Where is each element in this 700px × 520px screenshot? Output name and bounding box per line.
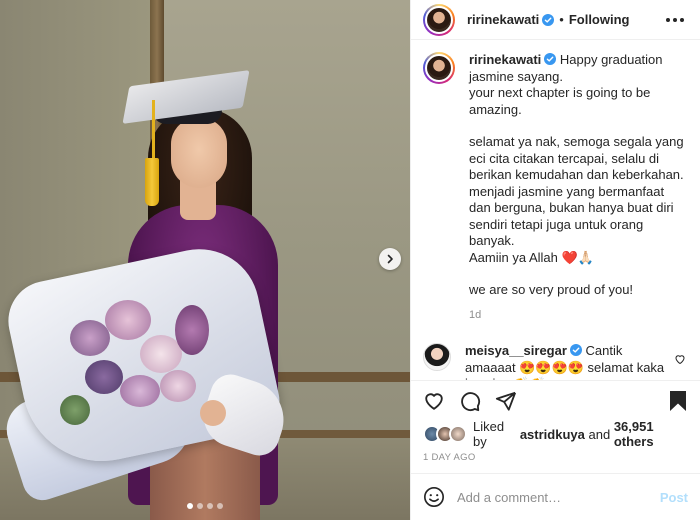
comment-text: meisya__siregar Cantik amaaaat 😍😍😍😍 sela…: [465, 343, 665, 380]
post-date[interactable]: 1 DAY AGO: [411, 448, 700, 473]
instagram-post: ririnekawati • Following ririnekawati Ha…: [0, 0, 700, 520]
liker-username[interactable]: astridkuya: [520, 427, 585, 442]
chevron-right-icon: [387, 254, 393, 264]
flower: [160, 370, 196, 402]
add-comment-bar: Post: [411, 473, 700, 520]
action-bar: [411, 380, 700, 420]
likes-others-count[interactable]: 36,951 others: [614, 419, 688, 449]
carousel-dot: [217, 503, 223, 509]
post-photo[interactable]: [0, 0, 410, 520]
flower: [175, 305, 209, 355]
header-separator: •: [559, 12, 564, 27]
comment-bubble-icon: [461, 391, 481, 411]
author-avatar[interactable]: [423, 3, 455, 36]
heart-outline-icon: [425, 392, 443, 410]
liker-avatar: [449, 425, 467, 443]
caption-line: we are so very proud of you!: [469, 282, 634, 297]
comment-item: meisya__siregar Cantik amaaaat 😍😍😍😍 sela…: [423, 343, 686, 380]
gold-tassel: [145, 158, 159, 206]
verified-badge-icon: [544, 53, 557, 65]
commenter-username[interactable]: meisya__siregar: [465, 343, 567, 358]
flower: [120, 375, 160, 407]
save-button[interactable]: [668, 390, 688, 412]
post-side-panel: ririnekawati • Following ririnekawati Ha…: [410, 0, 700, 520]
likes-middle: and: [588, 426, 611, 442]
comment-like-icon[interactable]: [674, 353, 686, 365]
verified-badge-icon: [542, 13, 555, 26]
share-button[interactable]: [495, 390, 517, 412]
caption-username[interactable]: ririnekawati: [469, 52, 541, 67]
flower: [85, 360, 123, 394]
verified-badge-icon: [569, 344, 582, 356]
carousel-next-button[interactable]: [379, 248, 401, 270]
flower: [105, 300, 151, 340]
paper-plane-icon: [495, 391, 517, 411]
carousel-dot-active: [187, 503, 193, 509]
caption-text: ririnekawati Happy graduation jasmine sa…: [469, 52, 686, 323]
commenter-avatar[interactable]: [423, 343, 451, 371]
comment-button[interactable]: [459, 390, 481, 412]
caption-paragraph: selamat ya nak, semoga segala yang eci c…: [469, 134, 684, 248]
bookmark-filled-icon: [670, 390, 686, 411]
caption-timestamp[interactable]: 1d: [469, 307, 686, 324]
comments-section: ririnekawati Happy graduation jasmine sa…: [411, 40, 700, 380]
following-button[interactable]: Following: [569, 12, 630, 27]
carousel-indicator: [0, 503, 410, 509]
flower: [60, 395, 90, 425]
author-username[interactable]: ririnekawati: [467, 12, 539, 27]
graduate-hand: [200, 400, 226, 426]
caption-author-avatar[interactable]: [423, 52, 455, 84]
caption-line: Aamiin ya Allah ❤️🙏🏻: [469, 249, 594, 265]
caption-line: your next chapter is going to be amazing…: [469, 85, 651, 117]
carousel-dot: [207, 503, 213, 509]
smiley-face-icon: [424, 487, 444, 507]
graduate-face: [171, 118, 227, 188]
more-options-icon[interactable]: [662, 14, 688, 26]
likes-summary: Liked by astridkuya and 36,951 others: [411, 419, 700, 449]
emoji-button[interactable]: [423, 486, 445, 508]
post-header: ririnekawati • Following: [411, 0, 700, 40]
comment-input[interactable]: [457, 489, 648, 505]
likes-prefix: Liked by: [473, 419, 505, 449]
like-button[interactable]: [423, 390, 445, 412]
carousel-dot: [197, 503, 203, 509]
flower: [70, 320, 110, 356]
post-comment-button[interactable]: Post: [660, 490, 688, 505]
liker-avatars[interactable]: [423, 425, 467, 443]
caption: ririnekawati Happy graduation jasmine sa…: [423, 52, 686, 323]
